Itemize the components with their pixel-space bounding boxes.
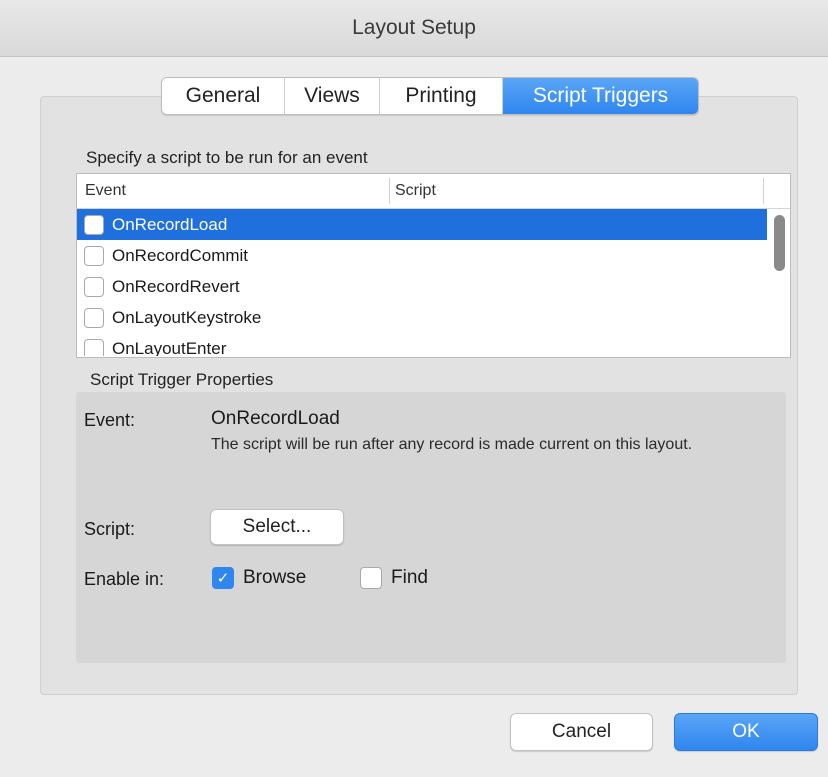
tab-bar: General Views Printing Script Triggers [161,77,699,115]
event-label: Event: [84,410,136,430]
tab-views[interactable]: Views [285,78,380,114]
trigger-properties-panel: Event: OnRecordLoad The script will be r… [76,392,786,663]
tab-script-triggers[interactable]: Script Triggers [503,78,698,114]
scrollbar-thumb[interactable] [774,215,785,271]
find-label: Find [391,567,428,588]
event-name: OnRecordCommit [112,245,249,265]
table-header: Event Script [77,174,790,209]
enable-in-label: Enable in: [84,569,165,589]
vertical-scrollbar[interactable] [769,209,789,356]
table-row[interactable]: OnRecordRevert [77,271,767,302]
tab-general[interactable]: General [162,78,285,114]
table-row[interactable]: OnRecordLoad [77,209,767,240]
table-row[interactable]: OnRecordCommit [77,240,767,271]
column-divider [389,178,390,204]
script-label: Script: [84,519,136,539]
ok-button[interactable]: OK [674,713,818,751]
browse-option[interactable]: ✓ Browse [212,567,306,589]
column-header-event[interactable]: Event [85,174,126,208]
table-row[interactable]: OnLayoutKeystroke [77,302,767,333]
browse-label: Browse [243,567,307,588]
find-checkbox[interactable] [360,567,382,589]
properties-heading: Script Trigger Properties [90,370,274,389]
find-option[interactable]: Find [360,567,428,589]
event-name: OnRecordRevert [112,276,240,296]
tab-printing[interactable]: Printing [380,78,503,114]
table-row[interactable]: OnLayoutEnter [77,333,767,356]
event-checkbox[interactable] [84,245,104,266]
layout-setup-dialog: Layout Setup General Views Printing Scri… [0,0,828,777]
events-table: Event Script OnRecordLoad OnRecordCommit… [76,173,791,358]
event-name: OnRecordLoad [112,214,228,234]
column-header-script[interactable]: Script [395,174,436,208]
event-checkbox[interactable] [84,214,104,235]
event-rows: OnRecordLoad OnRecordCommit OnRecordReve… [77,209,767,356]
event-value: OnRecordLoad [211,408,340,429]
event-list-heading: Specify a script to be run for an event [86,148,368,167]
title-bar: Layout Setup [0,0,828,57]
event-description: The script will be run after any record … [211,436,693,453]
window-title: Layout Setup [352,16,476,39]
event-name: OnLayoutEnter [112,338,227,357]
select-script-button[interactable]: Select... [210,509,344,545]
event-name: OnLayoutKeystroke [112,307,262,327]
event-checkbox[interactable] [84,276,104,297]
cancel-button[interactable]: Cancel [510,713,653,751]
column-divider [763,178,764,204]
browse-checkbox[interactable]: ✓ [212,567,234,589]
event-checkbox[interactable] [84,307,104,328]
event-checkbox[interactable] [84,338,104,356]
